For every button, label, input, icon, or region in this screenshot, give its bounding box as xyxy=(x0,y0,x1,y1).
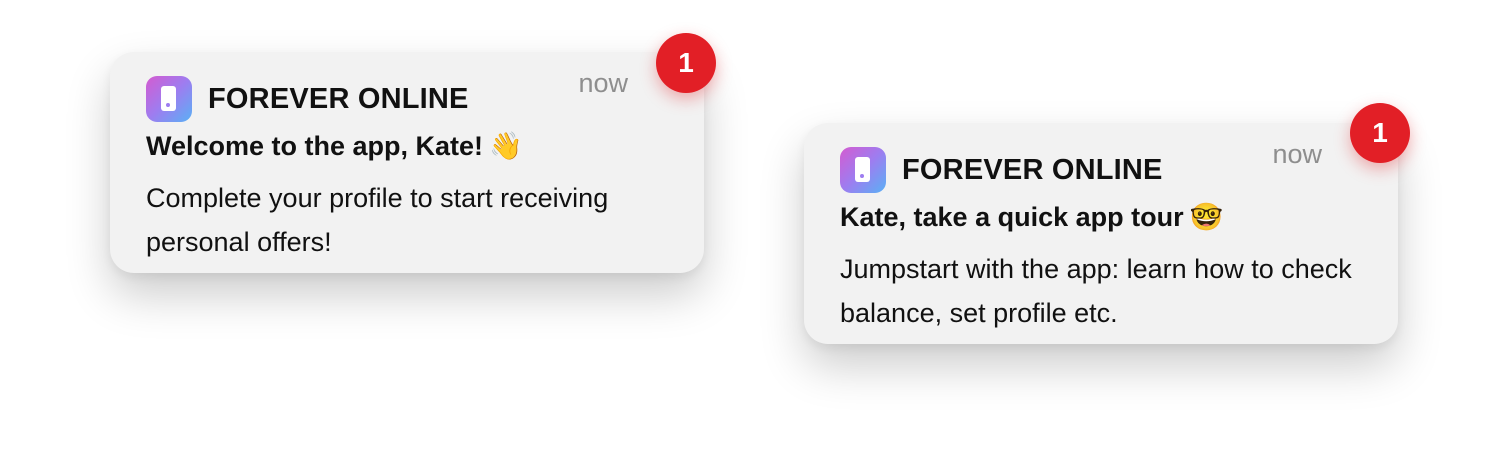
app-name: FOREVER ONLINE xyxy=(902,153,1163,186)
app-icon xyxy=(146,76,192,122)
notification-card-welcome[interactable]: FOREVER ONLINE now Welcome to the app, K… xyxy=(110,52,704,273)
nerd-face-emoji: 🤓 xyxy=(1189,202,1224,232)
notification-title: Kate, take a quick app tour 🤓 xyxy=(840,201,1223,233)
notification-header: FOREVER ONLINE xyxy=(840,147,1163,193)
canvas: FOREVER ONLINE now Welcome to the app, K… xyxy=(0,0,1510,450)
unread-count-badge: 1 xyxy=(656,33,716,93)
unread-count-badge: 1 xyxy=(1350,103,1410,163)
notification-time: now xyxy=(1272,139,1322,169)
notification-title-text: Welcome to the app, Kate! xyxy=(146,131,484,161)
app-name: FOREVER ONLINE xyxy=(208,82,469,115)
notification-card-app-tour[interactable]: FOREVER ONLINE now Kate, take a quick ap… xyxy=(804,123,1398,344)
notification-time: now xyxy=(578,68,628,98)
waving-hand-emoji: 👋 xyxy=(489,131,523,161)
notification-body: Complete your profile to start receiving… xyxy=(146,183,609,257)
phone-icon xyxy=(161,86,176,111)
phone-icon xyxy=(855,157,870,182)
notification-title-text: Kate, take a quick app tour xyxy=(840,202,1184,232)
notification-body: Jumpstart with the app: learn how to che… xyxy=(840,254,1352,328)
notification-title: Welcome to the app, Kate! 👋 xyxy=(146,130,523,162)
app-icon xyxy=(840,147,886,193)
notification-header: FOREVER ONLINE xyxy=(146,76,469,122)
